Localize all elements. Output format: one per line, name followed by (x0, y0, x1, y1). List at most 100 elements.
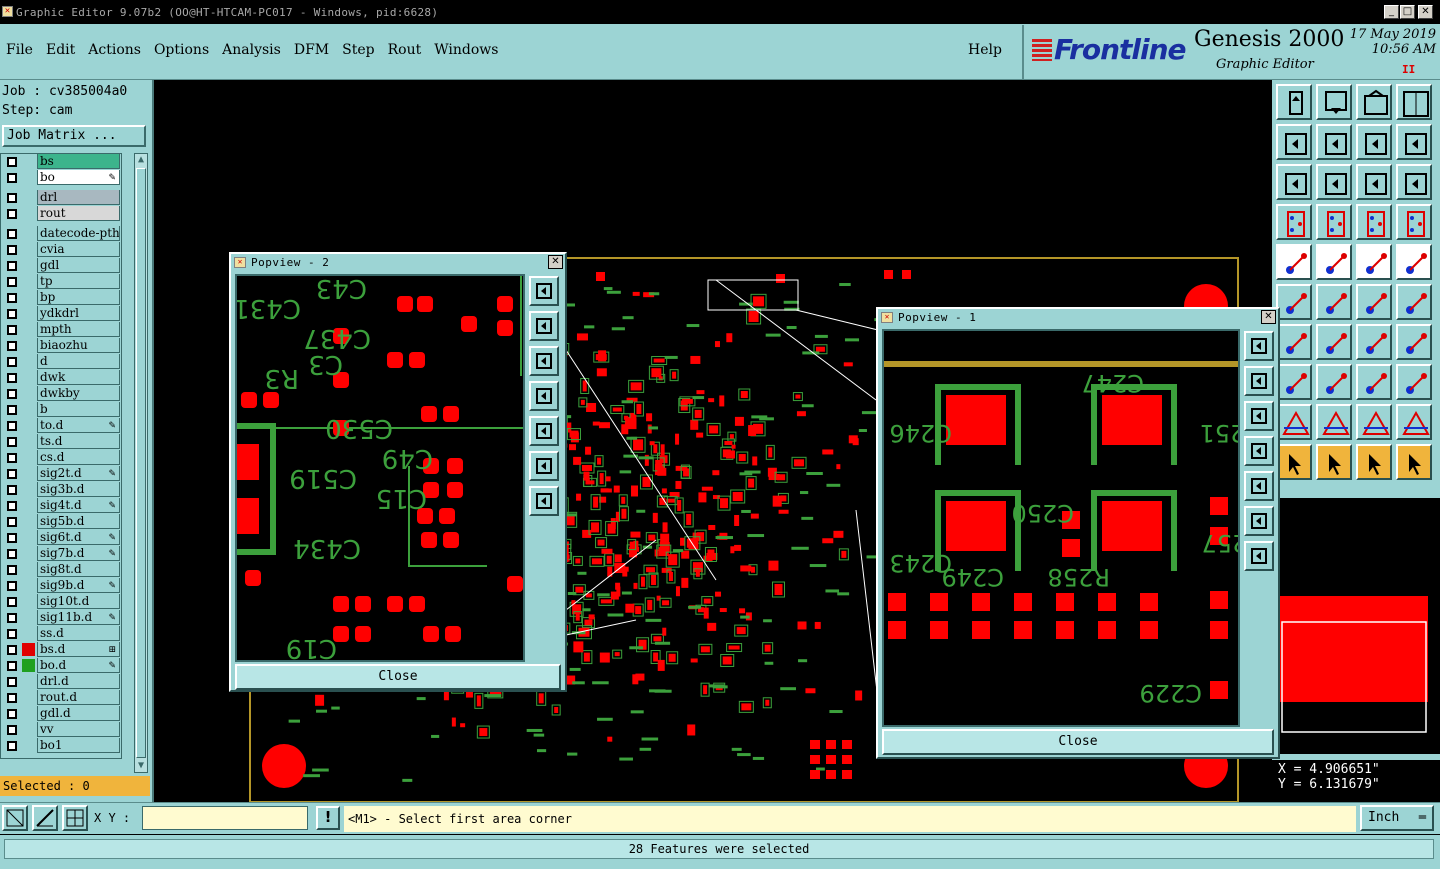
layer-checkbox[interactable] (7, 277, 17, 287)
menu-options[interactable]: Options (148, 40, 215, 64)
layer-checkbox[interactable] (7, 209, 17, 219)
layer-color-swatch[interactable] (22, 563, 35, 576)
pan-right-icon[interactable] (1244, 471, 1274, 501)
layer-checkbox[interactable] (7, 173, 17, 183)
layer-row[interactable]: cvia (1, 242, 121, 257)
layer-color-swatch[interactable] (22, 739, 35, 752)
layer-row[interactable]: rout.d (1, 690, 121, 705)
layer-row[interactable]: ydkdrl (1, 306, 121, 321)
layer-color-swatch[interactable] (22, 171, 35, 184)
scroll-down-icon[interactable]: ▼ (136, 760, 146, 772)
layer-checkbox[interactable] (7, 741, 17, 751)
zoom-home-icon[interactable] (529, 311, 559, 341)
layer-color-swatch[interactable] (22, 707, 35, 720)
layer-row[interactable]: sig3b.d (1, 482, 121, 497)
units-select[interactable]: Inch ═ (1360, 805, 1434, 831)
delete-node-icon[interactable] (1316, 284, 1352, 320)
layer-row[interactable]: d (1, 354, 121, 369)
add-surface-icon[interactable] (1356, 244, 1392, 280)
layer-color-swatch[interactable] (22, 467, 35, 480)
layer-checkbox[interactable] (7, 725, 17, 735)
pan-left-icon[interactable] (529, 381, 559, 411)
layer-checkbox[interactable] (7, 501, 17, 511)
layer-checkbox[interactable] (7, 357, 17, 367)
layer-color-swatch[interactable] (22, 419, 35, 432)
layer-color-swatch[interactable] (22, 291, 35, 304)
pan-left-icon[interactable] (1276, 124, 1312, 160)
layer-row[interactable]: dwkby (1, 386, 121, 401)
layer-checkbox[interactable] (7, 325, 17, 335)
grid-icon[interactable] (1316, 204, 1352, 240)
layer-row[interactable]: sig2t.d ✎ (1, 466, 121, 481)
layer-checkbox[interactable] (7, 661, 17, 671)
layer-checkbox[interactable] (7, 677, 17, 687)
layer-color-swatch[interactable] (22, 675, 35, 688)
layer-row[interactable]: biaozhu (1, 338, 121, 353)
layer-row[interactable]: dwk (1, 370, 121, 385)
layer-row[interactable]: bo1 (1, 738, 121, 753)
scroll-up-icon[interactable]: ▲ (136, 154, 146, 166)
zoom-home-icon[interactable] (1276, 84, 1312, 120)
minimize-button[interactable]: _ (1384, 5, 1399, 19)
resize-icon[interactable] (1356, 364, 1392, 400)
menu-help[interactable]: Help (968, 42, 1002, 58)
layer-checkbox[interactable] (7, 613, 17, 623)
polygon-snap-icon[interactable] (1396, 404, 1432, 440)
popview-1-titlebar[interactable]: ✕ Popview - 1 ✕ (878, 309, 1278, 326)
alert-button[interactable]: ! (316, 806, 340, 830)
pan-right-icon[interactable] (529, 416, 559, 446)
pan-right-icon[interactable] (1316, 124, 1352, 160)
layer-checkbox[interactable] (7, 389, 17, 399)
layer-checkbox[interactable] (7, 469, 17, 479)
layer-row[interactable]: mpth (1, 322, 121, 337)
layer-row[interactable]: bs.d ⊞ (1, 642, 121, 657)
layer-row[interactable]: to.d ✎ (1, 418, 121, 433)
layer-row[interactable]: sig6t.d ✎ (1, 530, 121, 545)
layer-row[interactable]: sig10t.d (1, 594, 121, 609)
menu-edit[interactable]: Edit (40, 40, 81, 64)
layer-color-swatch[interactable] (22, 403, 35, 416)
draw-arc-icon[interactable] (1276, 324, 1312, 360)
zoom-back-icon[interactable] (1244, 401, 1274, 431)
scroll-thumb[interactable] (136, 168, 146, 758)
add-line-icon[interactable] (1316, 244, 1352, 280)
menu-step[interactable]: Step (336, 40, 380, 64)
layer-color-swatch[interactable] (22, 611, 35, 624)
layer-row[interactable]: sig11b.d ✎ (1, 610, 121, 625)
zoom-home-icon[interactable] (1244, 366, 1274, 396)
layer-row[interactable]: b (1, 402, 121, 417)
layer-color-swatch[interactable] (22, 723, 35, 736)
menu-analysis[interactable]: Analysis (216, 40, 287, 64)
measure-ruler-icon[interactable] (1276, 204, 1312, 240)
pan-left-icon[interactable] (1244, 436, 1274, 466)
layer-color-swatch[interactable] (22, 371, 35, 384)
scale-1to1-icon[interactable] (1356, 164, 1392, 200)
layer-color-swatch[interactable] (22, 643, 35, 656)
zoom-in-icon[interactable] (1244, 331, 1274, 361)
menu-dfm[interactable]: DFM (288, 40, 335, 64)
connect-nodes-icon[interactable] (1276, 284, 1312, 320)
layer-row[interactable]: bo.d ✎ (1, 658, 121, 673)
layer-color-swatch[interactable] (22, 691, 35, 704)
layer-row[interactable]: bo ✎ (1, 170, 121, 185)
popview-1-close-icon[interactable]: ✕ (1261, 310, 1276, 324)
layer-checkbox[interactable] (7, 405, 17, 415)
menu-actions[interactable]: Actions (82, 40, 147, 64)
layer-row[interactable]: sig9b.d ✎ (1, 578, 121, 593)
layer-row[interactable]: gdl (1, 258, 121, 273)
layer-checkbox[interactable] (7, 597, 17, 607)
layer-color-swatch[interactable] (22, 659, 35, 672)
layer-color-swatch[interactable] (22, 547, 35, 560)
swap-view-icon[interactable] (1356, 124, 1392, 160)
menu-windows[interactable]: Windows (428, 40, 504, 64)
layer-color-swatch[interactable] (22, 259, 35, 272)
layer-checkbox[interactable] (7, 229, 17, 239)
layer-color-swatch[interactable] (22, 275, 35, 288)
layer-color-swatch[interactable] (22, 227, 35, 240)
center-icon[interactable] (529, 486, 559, 516)
maximize-button[interactable]: □ (1400, 5, 1415, 19)
grid-snap-button[interactable] (62, 805, 88, 831)
layer-checkbox[interactable] (7, 341, 17, 351)
pause-icon[interactable]: II (1402, 63, 1415, 76)
popview-2-close-button[interactable]: Close (235, 664, 561, 690)
